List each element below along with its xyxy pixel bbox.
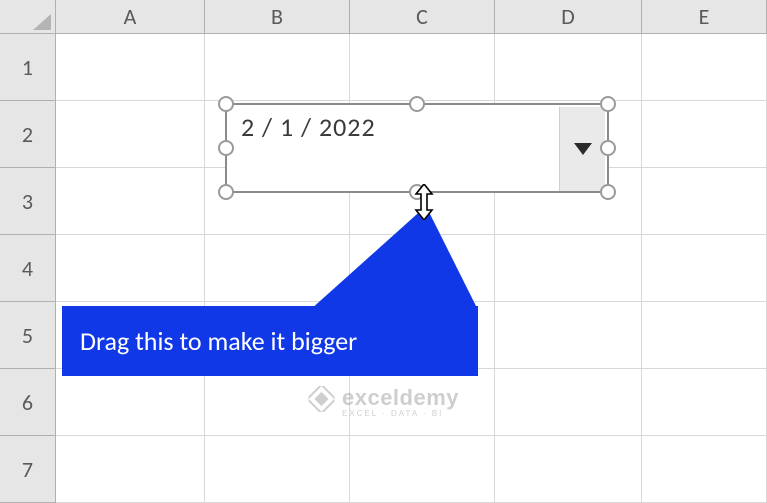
cell-E1[interactable] (642, 34, 767, 101)
date-picker-control[interactable]: 2 / 1 / 2022 (225, 103, 609, 193)
resize-handle-top-center[interactable] (409, 96, 425, 112)
column-header-a[interactable]: A (56, 0, 205, 34)
cell-A4[interactable] (56, 235, 205, 302)
cell-B1[interactable] (205, 34, 350, 101)
row-headers: 1234567 (0, 34, 56, 500)
resize-handle-bottom-right[interactable] (600, 184, 616, 200)
watermark-tag: EXCEL · DATA · BI (342, 409, 459, 418)
chevron-down-icon (574, 143, 592, 155)
row-header-3[interactable]: 3 (0, 168, 56, 235)
column-header-c[interactable]: C (350, 0, 495, 34)
column-header-b[interactable]: B (205, 0, 350, 34)
cell-E5[interactable] (642, 302, 767, 369)
date-picker-dropdown-button[interactable] (559, 107, 605, 191)
cell-D7[interactable] (495, 436, 642, 503)
watermark-brand: exceldemy (342, 385, 459, 410)
resize-handle-middle-right[interactable] (600, 140, 616, 156)
column-header-e[interactable]: E (642, 0, 767, 34)
resize-handle-bottom-left[interactable] (218, 184, 234, 200)
select-all-corner[interactable] (0, 0, 56, 34)
row-header-1[interactable]: 1 (0, 34, 56, 101)
spreadsheet: ABCDE 1234567 2 / 1 / 2022 Drag this to … (0, 0, 767, 500)
cell-E4[interactable] (642, 235, 767, 302)
callout-text: Drag this to make it bigger (80, 325, 357, 357)
date-picker-value: 2 / 1 / 2022 (241, 111, 376, 143)
row-header-7[interactable]: 7 (0, 436, 56, 503)
cell-D5[interactable] (495, 302, 642, 369)
cell-A2[interactable] (56, 101, 205, 168)
cell-C1[interactable] (350, 34, 495, 101)
resize-handle-middle-left[interactable] (218, 140, 234, 156)
row-header-2[interactable]: 2 (0, 101, 56, 168)
row-header-6[interactable]: 6 (0, 369, 56, 436)
resize-vertical-cursor-icon (410, 184, 438, 225)
cell-A6[interactable] (56, 369, 205, 436)
callout-box: Drag this to make it bigger (62, 306, 478, 376)
cell-A7[interactable] (56, 436, 205, 503)
watermark: exceldemy EXCEL · DATA · BI (308, 385, 459, 418)
resize-handle-top-left[interactable] (218, 96, 234, 112)
cell-B7[interactable] (205, 436, 350, 503)
row-header-4[interactable]: 4 (0, 235, 56, 302)
cell-A1[interactable] (56, 34, 205, 101)
column-header-d[interactable]: D (495, 0, 642, 34)
cell-E3[interactable] (642, 168, 767, 235)
column-headers: ABCDE (56, 0, 767, 34)
cell-D1[interactable] (495, 34, 642, 101)
cell-C7[interactable] (350, 436, 495, 503)
cell-E2[interactable] (642, 101, 767, 168)
cell-A3[interactable] (56, 168, 205, 235)
resize-handle-top-right[interactable] (600, 96, 616, 112)
row-header-5[interactable]: 5 (0, 302, 56, 369)
cell-E7[interactable] (642, 436, 767, 503)
cell-D6[interactable] (495, 369, 642, 436)
cell-D4[interactable] (495, 235, 642, 302)
cell-E6[interactable] (642, 369, 767, 436)
watermark-logo-icon (308, 386, 334, 417)
